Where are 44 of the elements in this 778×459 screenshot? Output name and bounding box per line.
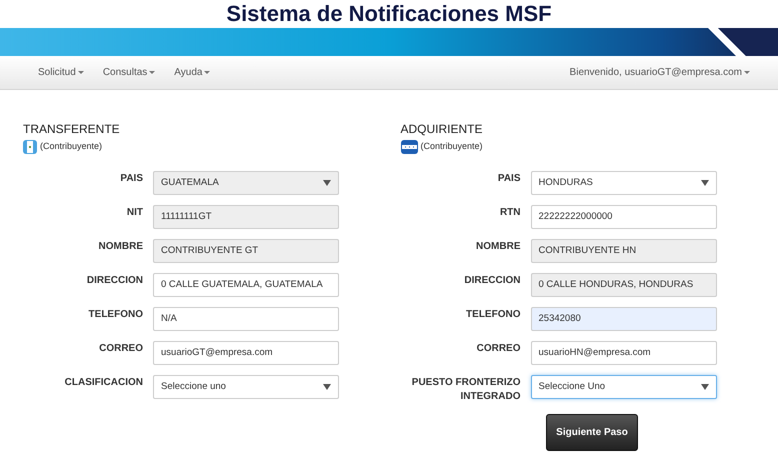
nav-menu[interactable]: Ayuda — [174, 65, 210, 80]
field-label: TELEFONO — [465, 308, 520, 322]
dropdown-arrow-icon — [323, 180, 331, 186]
select-field[interactable]: Seleccione Uno — [530, 375, 716, 399]
page-title: Sistema de Notificaciones MSF — [226, 0, 552, 28]
dropdown-arrow-icon — [700, 180, 708, 186]
input-field[interactable]: CONTRIBUYENTE HN — [530, 239, 716, 263]
flag-icon — [23, 140, 37, 154]
field-label: NOMBRE — [475, 240, 520, 254]
flag-icon — [400, 140, 418, 154]
select-field[interactable]: Seleccione uno — [153, 375, 339, 399]
field-label: TELEFONO — [88, 308, 143, 322]
user-menu[interactable]: Bienvenido, usuarioGT@empresa.com — [570, 65, 750, 80]
section-title: TRANSFERENTE — [23, 121, 121, 137]
next-step-button[interactable]: Siguiente Paso — [546, 414, 638, 451]
field-label: CLASIFICACION — [64, 376, 143, 390]
field-label: PAIS — [119, 172, 143, 186]
input-field[interactable]: usuarioGT@empresa.com — [153, 341, 339, 365]
field-label: CORREO — [476, 342, 520, 356]
input-field[interactable]: CONTRIBUYENTE GT — [153, 239, 339, 263]
input-field[interactable]: 0 CALLE HONDURAS, HONDURAS — [530, 273, 716, 297]
input-field[interactable]: 25342080 — [530, 307, 716, 331]
dropdown-arrow-icon — [323, 384, 331, 390]
select-field[interactable]: HONDURAS — [530, 171, 716, 195]
field-label: PUESTO FRONTERIZO INTEGRADO — [410, 376, 520, 404]
section-subtitle: (Contribuyente) — [420, 140, 483, 154]
input-field[interactable]: 22222222000000 — [530, 205, 716, 229]
select-field[interactable]: GUATEMALA — [153, 171, 339, 195]
field-label: NIT — [126, 206, 143, 220]
section-title: ADQUIRIENTE — [400, 121, 484, 137]
field-label: DIRECCION — [463, 274, 520, 288]
field-label: NOMBRE — [98, 240, 143, 254]
field-label: PAIS — [496, 172, 520, 186]
nav-menu[interactable]: Consultas — [102, 65, 156, 80]
nav-menu[interactable]: Solicitud — [38, 65, 84, 80]
input-field[interactable]: 0 CALLE GUATEMALA, GUATEMALA — [153, 273, 339, 297]
section-subtitle: (Contribuyente) — [40, 140, 102, 154]
field-label: CORREO — [98, 342, 143, 356]
dropdown-arrow-icon — [700, 384, 708, 390]
input-field[interactable]: usuarioHN@empresa.com — [530, 341, 716, 365]
input-field[interactable]: 11111111GT — [153, 205, 339, 229]
input-field[interactable]: N/A — [153, 307, 339, 331]
field-label: DIRECCION — [86, 274, 143, 288]
field-label: RTN — [498, 206, 520, 220]
